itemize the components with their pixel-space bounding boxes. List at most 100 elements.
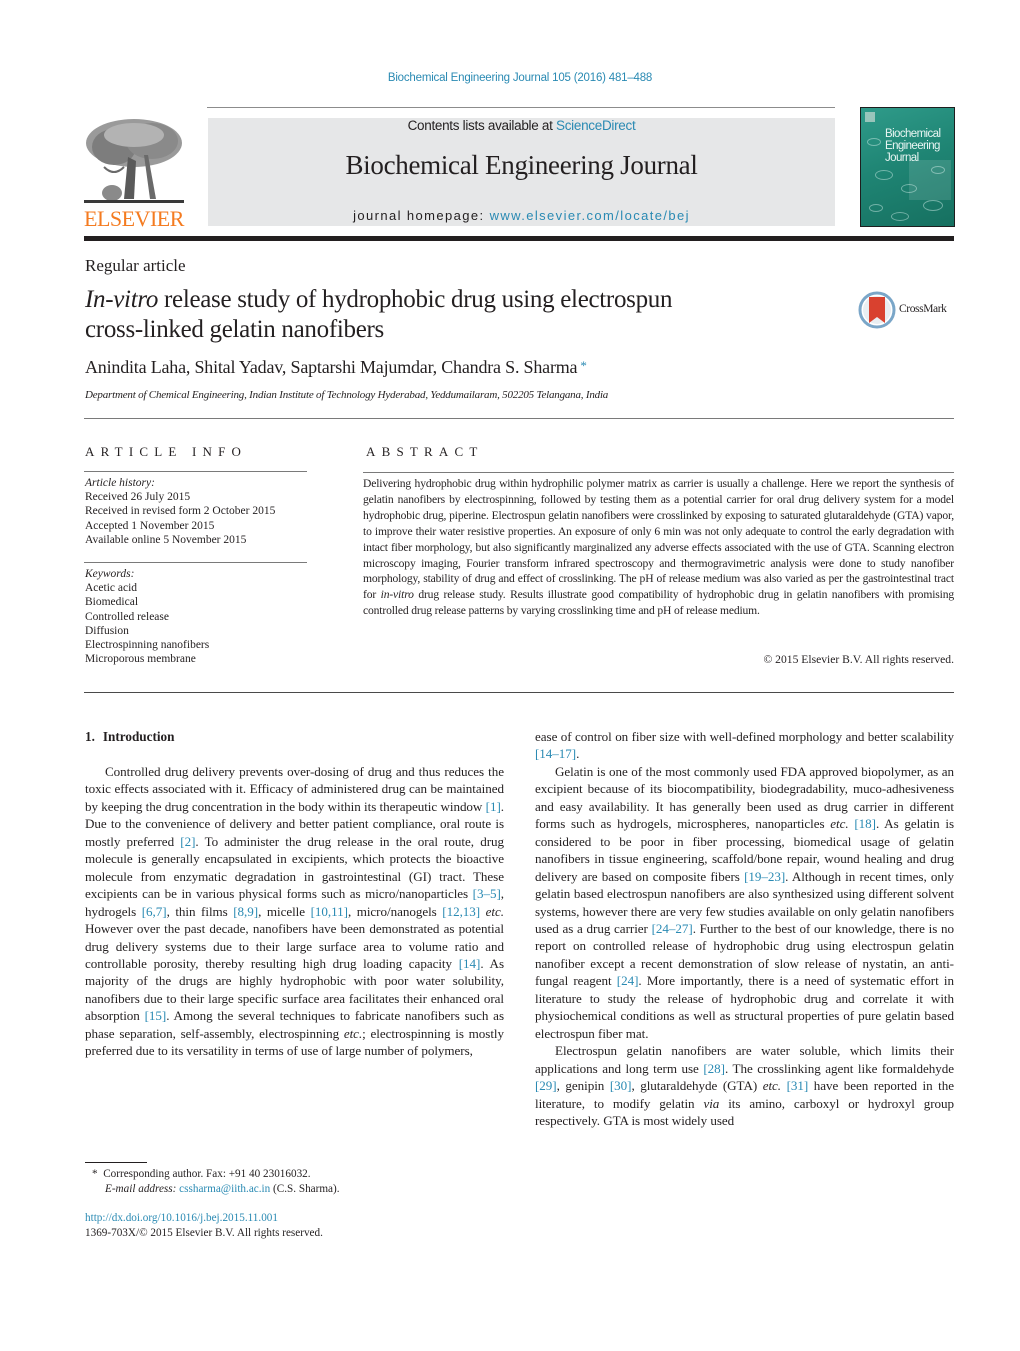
contents-prefix: Contents lists available at — [407, 118, 557, 133]
body-column-right: ease of control on fiber size with well-… — [535, 728, 954, 1129]
footnote-email: E-mail address: cssharma@iith.ac.in (C.S… — [92, 1182, 340, 1197]
keyword-item: Controlled release — [85, 610, 169, 623]
citation-link[interactable]: [19–23] — [744, 869, 785, 884]
citation-link[interactable]: [28] — [703, 1061, 725, 1076]
citation-link[interactable]: [29] — [535, 1078, 557, 1093]
header-divider — [84, 418, 954, 419]
author-list: Anindita Laha, Shital Yadav, Saptarshi M… — [85, 357, 587, 378]
citation-link[interactable]: [15] — [145, 1008, 167, 1023]
keyword-item: Diffusion — [85, 624, 129, 637]
cover-bubble — [923, 200, 943, 211]
article-history: Article history: Received 26 July 2015 R… — [85, 476, 275, 547]
article-type: Regular article — [85, 256, 186, 275]
citation-link[interactable]: [6,7] — [142, 904, 167, 919]
cover-bubble — [869, 204, 883, 212]
journal-cover-image[interactable]: Biochemical Engineering Journal — [860, 107, 955, 227]
homepage-prefix: journal homepage: — [353, 208, 490, 223]
journal-citation-link[interactable]: Biochemical Engineering Journal 105 (201… — [0, 72, 1020, 84]
citation-link[interactable]: [24–27] — [652, 921, 693, 936]
crossmark-button[interactable]: CrossMark — [858, 290, 958, 330]
elsevier-wordmark: ELSEVIER — [84, 206, 184, 231]
citation-link[interactable]: [2] — [180, 834, 195, 849]
cover-title: Biochemical Engineering Journal — [885, 128, 941, 164]
article-title: In-vitro release study of hydrophobic dr… — [85, 285, 805, 345]
keyword-item: Microporous membrane — [85, 653, 196, 666]
article-title-italic: In-vitro — [85, 286, 159, 313]
paragraph: ease of control on fiber size with well-… — [535, 729, 954, 762]
email-label: E-mail address: — [105, 1182, 177, 1195]
citation-link[interactable]: [24] — [617, 973, 639, 988]
email-suffix: (C.S. Sharma). — [273, 1182, 340, 1195]
cover-bubble — [875, 170, 893, 180]
paragraph: Controlled drug delivery prevents over-d… — [85, 764, 504, 1059]
article-info-heading: ARTICLE INFO — [85, 444, 248, 459]
affiliation: Department of Chemical Engineering, Indi… — [85, 389, 609, 401]
citation-link[interactable]: [14–17] — [535, 746, 576, 761]
contents-line: Contents lists available at ScienceDirec… — [208, 118, 835, 133]
abstract-divider — [363, 472, 954, 473]
italic-text: etc. — [762, 1078, 782, 1094]
citation-link[interactable]: [12,13] — [442, 904, 480, 919]
keyword-item: Electrospinning nanofibers — [85, 639, 210, 652]
paragraph: Gelatin is one of the most commonly used… — [535, 763, 955, 1041]
keyword-item: Biomedical — [85, 596, 139, 609]
cover-bubble — [891, 212, 909, 221]
citation-link[interactable]: [18] — [854, 816, 876, 831]
abstract-text: Delivering hydrophobic drug within hydro… — [363, 476, 954, 619]
cover-title-line: Engineering — [885, 140, 940, 152]
citation-link[interactable]: [10,11] — [311, 904, 348, 919]
header-thick-divider — [84, 236, 954, 241]
abstract-heading: ABSTRACT — [366, 444, 484, 459]
cover-panel — [909, 160, 951, 200]
footnote: * Corresponding author. Fax: +91 40 2301… — [92, 1167, 340, 1196]
paragraph: Electrospun gelatin nanofibers are water… — [535, 1043, 954, 1128]
section-number: 1. — [85, 729, 95, 744]
keyword-item: Acetic acid — [85, 582, 138, 595]
abstract-italic: in-vitro — [380, 588, 414, 602]
abstract-part: drug release study. Results illustrate g… — [363, 588, 954, 618]
cover-bubble — [867, 138, 881, 146]
abstract-end-divider — [84, 692, 954, 693]
cover-title-line: Journal — [885, 152, 919, 164]
body-column-left: Controlled drug delivery prevents over-d… — [85, 763, 504, 1060]
section-title: Introduction — [102, 729, 175, 744]
authors-text: Anindita Laha, Shital Yadav, Saptarshi M… — [85, 357, 578, 377]
doi-block: http://dx.doi.org/10.1016/j.bej.2015.11.… — [85, 1211, 323, 1241]
keywords: Keywords: Acetic acid Biomedical Control… — [85, 567, 209, 666]
keywords-label: Keywords: — [85, 568, 135, 580]
top-divider — [207, 107, 835, 108]
italic-text: etc. — [343, 1025, 363, 1041]
footnote-mark: * — [92, 1168, 98, 1180]
email-link[interactable]: cssharma@iith.ac.in — [179, 1183, 270, 1195]
citation-link[interactable]: [31] — [787, 1078, 809, 1093]
issn-line: 1369-703X/© 2015 Elsevier B.V. All right… — [85, 1227, 323, 1239]
journal-masthead: Contents lists available at ScienceDirec… — [208, 118, 835, 226]
elsevier-logo[interactable]: ELSEVIER — [84, 117, 186, 231]
article-history-label: Article history: — [85, 477, 155, 489]
footnote-divider — [85, 1162, 147, 1163]
elsevier-tree-icon — [84, 117, 184, 207]
keywords-divider — [84, 562, 307, 563]
crossmark-label: CrossMark — [899, 303, 947, 315]
doi-link[interactable]: http://dx.doi.org/10.1016/j.bej.2015.11.… — [85, 1211, 323, 1226]
italic-text: via — [703, 1095, 720, 1111]
crossmark-icon — [858, 291, 896, 329]
sciencedirect-link[interactable]: ScienceDirect — [556, 118, 636, 133]
article-title-line1: release study of hydrophobic drug using … — [158, 286, 673, 313]
citation-link[interactable]: [30] — [610, 1078, 632, 1093]
abstract-copyright: © 2015 Elsevier B.V. All rights reserved… — [763, 653, 954, 666]
journal-homepage-link[interactable]: www.elsevier.com/locate/bej — [490, 208, 690, 223]
history-item: Available online 5 November 2015 — [85, 533, 247, 546]
citation-link[interactable]: [14] — [459, 956, 481, 971]
corresponding-author-mark[interactable]: * — [580, 358, 587, 373]
journal-title: Biochemical Engineering Journal — [345, 150, 698, 180]
citation-link[interactable]: [1] — [486, 799, 501, 814]
citation-link[interactable]: [8,9] — [233, 904, 258, 919]
article-title-line2: cross-linked gelatin nanofibers — [85, 316, 384, 343]
history-item: Received in revised form 2 October 2015 — [85, 505, 276, 518]
homepage-line: journal homepage: www.elsevier.com/locat… — [208, 208, 835, 223]
citation-link[interactable]: [3–5] — [473, 886, 501, 901]
footnote-corresponding: * Corresponding author. Fax: +91 40 2301… — [92, 1167, 340, 1182]
italic-text: etc. — [485, 903, 504, 919]
article-info-divider — [84, 471, 307, 472]
